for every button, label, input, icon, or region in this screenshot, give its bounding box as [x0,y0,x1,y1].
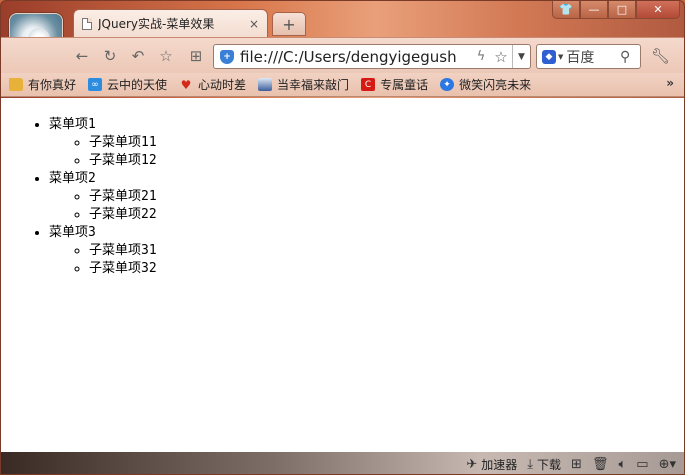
trash-icon[interactable]: 🗑︎ [592,457,609,472]
heart-icon: ♥ [180,77,192,92]
close-window-button[interactable]: ✕ [636,1,680,19]
submenu-item[interactable]: 子菜单项12 [89,152,684,170]
tab-title: JQuery实战-菜单效果 [98,17,215,31]
undo-icon[interactable]: ↶ [129,47,147,65]
download-button[interactable]: ⤓ 下载 [527,456,561,473]
c-logo-icon: C [361,78,376,91]
add-icon[interactable]: ⊞ [571,457,582,472]
submenu: 子菜单项21 子菜单项22 [49,188,684,224]
submenu-item[interactable]: 子菜单项22 [89,206,684,224]
menu-item[interactable]: 菜单项3 子菜单项31 子菜单项32 [49,224,684,278]
baidu-paw-icon[interactable]: ◆ [542,49,556,64]
bookmark-item[interactable]: C 专属童话 [361,76,428,93]
document-icon [82,17,92,30]
download-icon: ⤓ [527,456,534,472]
window-controls: 👕 — □ ✕ [552,1,680,19]
search-icon[interactable]: ⚲ [620,49,640,65]
main-menu: 菜单项1 子菜单项11 子菜单项12 菜单项2 子菜单项21 子菜单项22 菜单… [1,116,684,278]
reload-icon[interactable]: ↻ [101,47,119,65]
browser-window: JQuery实战-菜单效果 × + 👕 — □ ✕ ← ↻ ↶ ☆ ⊞ + fi… [0,0,685,475]
zoom-icon[interactable]: ⊕▾ [659,457,676,472]
bookmark-item[interactable]: ∞ 云中的天使 [88,76,167,93]
lightning-icon[interactable]: ϟ [472,49,490,64]
folder-icon [9,78,23,91]
status-bar: ✈ 加速器 ⤓ 下载 ⊞ 🗑︎ 🔈︎ ▭ ⊕▾ [1,452,684,474]
bookmark-label: 当幸福来敲门 [277,78,350,92]
tab-close-icon[interactable]: × [249,17,259,31]
bookmark-item[interactable]: ♥ 心动时差 [179,76,246,93]
url-text[interactable]: file:///C:/Users/dengyigegush [240,48,472,66]
cloud-icon: ∞ [88,78,103,91]
leaf-icon: ✦ [440,78,455,91]
favorite-star-icon[interactable]: ☆ [157,47,175,65]
address-bar[interactable]: + file:///C:/Users/dengyigegush ϟ ☆ ▼ [213,44,531,69]
more-bookmarks-icon[interactable]: » [666,76,674,90]
accelerator-button[interactable]: ✈ 加速器 [466,456,517,473]
bookmarks-bar: 有你真好 ∞ 云中的天使 ♥ 心动时差 当幸福来敲门 C 专属童话 ✦ 微笑闪亮未来 » [1,73,684,97]
menu-item[interactable]: 菜单项1 子菜单项11 子菜单项12 [49,116,684,170]
bookmark-label: 专属童话 [380,78,429,92]
mountain-icon [258,78,273,91]
menu-item-label[interactable]: 菜单项1 [49,117,96,132]
navigation-toolbar: ← ↻ ↶ ☆ ⊞ + file:///C:/Users/dengyigegus… [1,37,684,73]
screen-icon[interactable]: ▭ [636,457,648,472]
submenu-item[interactable]: 子菜单项11 [89,134,684,152]
volume-icon[interactable]: 🔈︎ [618,457,626,472]
bookmark-label: 微笑闪亮未来 [459,78,532,92]
submenu: 子菜单项31 子菜单项32 [49,242,684,278]
apps-grid-icon[interactable]: ⊞ [187,47,205,65]
url-dropdown-icon[interactable]: ▼ [512,45,530,68]
menu-item-label[interactable]: 菜单项2 [49,171,96,186]
bookmark-label: 云中的天使 [107,78,168,92]
submenu-item[interactable]: 子菜单项32 [89,260,684,278]
maximize-button[interactable]: □ [608,1,636,19]
search-box[interactable]: ◆ ▼ 百度 ⚲ [536,44,641,69]
rocket-icon: ✈ [466,456,478,472]
submenu-item[interactable]: 子菜单项31 [89,242,684,260]
bookmark-label: 心动时差 [198,78,247,92]
wrench-menu-icon[interactable]: 🔧︎ [651,47,670,65]
bookmark-item[interactable]: 有你真好 [9,76,76,93]
skin-icon[interactable]: 👕 [552,1,580,19]
browser-tab[interactable]: JQuery实战-菜单效果 × [73,9,268,37]
menu-item-label[interactable]: 菜单项3 [49,225,96,240]
download-label: 下载 [537,457,562,472]
minimize-button[interactable]: — [580,1,608,19]
bookmark-item[interactable]: ✦ 微笑闪亮未来 [440,76,531,93]
bookmark-item[interactable]: 当幸福来敲门 [258,76,349,93]
bookmark-label: 有你真好 [28,78,77,92]
search-engine-label[interactable]: 百度 [566,47,620,67]
menu-item[interactable]: 菜单项2 子菜单项21 子菜单项22 [49,170,684,224]
security-shield-icon: + [220,49,234,64]
page-content: 菜单项1 子菜单项11 子菜单项12 菜单项2 子菜单项21 子菜单项22 菜单… [1,98,684,452]
submenu: 子菜单项11 子菜单项12 [49,134,684,170]
engine-dropdown-icon[interactable]: ▼ [558,53,563,61]
new-tab-button[interactable]: + [272,12,306,36]
back-arrow-icon[interactable]: ← [73,47,91,65]
bookmark-star-icon[interactable]: ☆ [490,48,512,66]
accelerator-label: 加速器 [481,457,518,472]
submenu-item[interactable]: 子菜单项21 [89,188,684,206]
